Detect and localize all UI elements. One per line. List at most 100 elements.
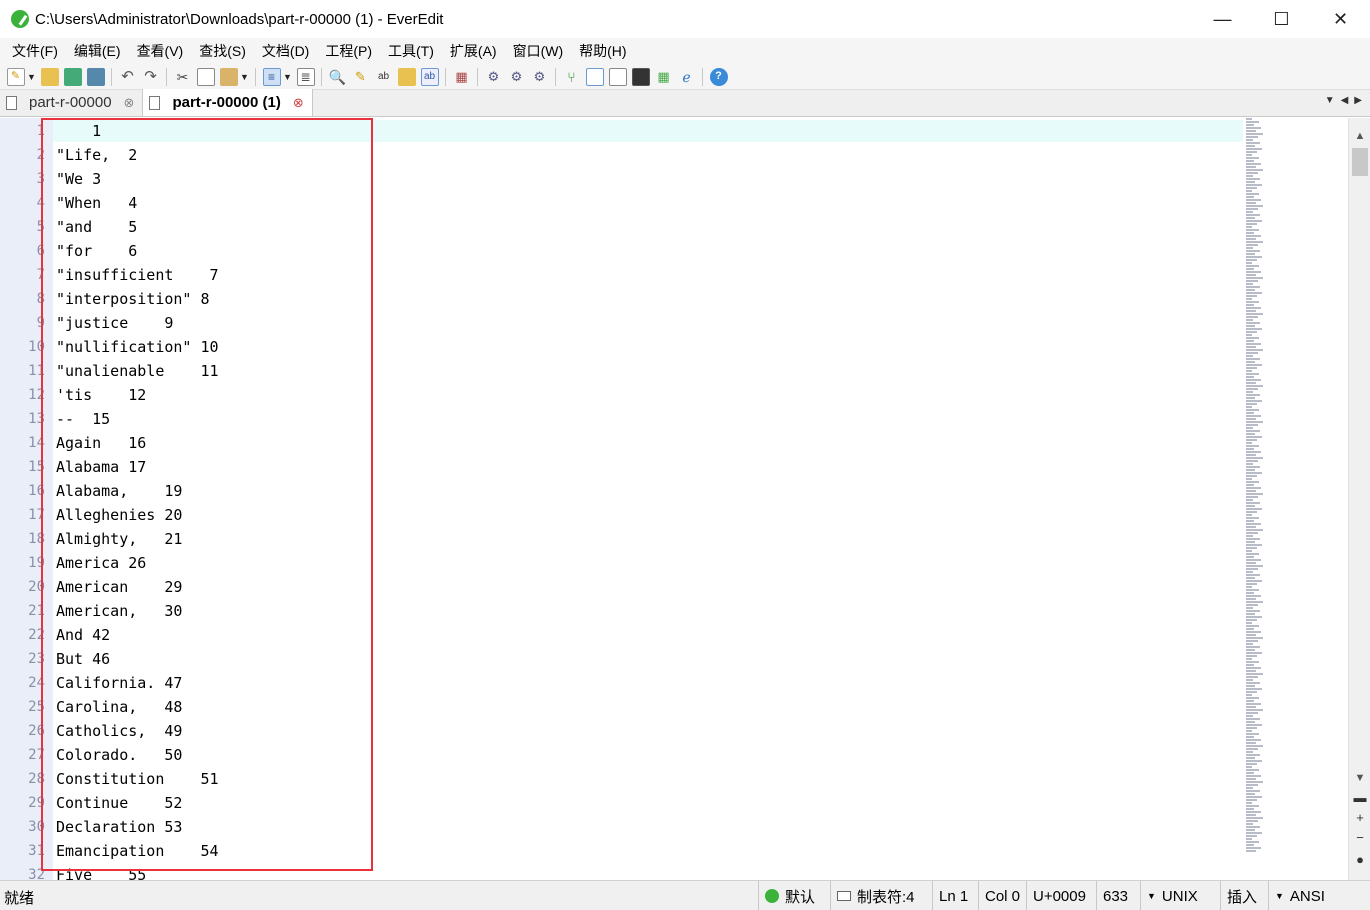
find-in-files-icon[interactable]: ✎ — [352, 68, 370, 86]
status-eol[interactable]: ▼ UNIX — [1140, 881, 1198, 910]
macro-settings-icon[interactable]: ⚙ — [531, 68, 549, 86]
line-number: 25 — [28, 699, 45, 715]
menu-extensions[interactable]: 扩展(A) — [442, 41, 505, 61]
tab-part-r-00000[interactable]: part-r-00000 ⊗ — [0, 89, 142, 116]
tab-list-dropdown-icon[interactable]: ▼ — [1325, 95, 1335, 106]
open-folder-icon[interactable] — [40, 67, 59, 86]
redo-icon[interactable]: ↷ — [142, 68, 160, 86]
status-tab-size[interactable]: 制表符:4 — [830, 881, 915, 910]
word-wrap-icon[interactable]: ≡ — [262, 67, 281, 86]
left-panel-icon[interactable] — [585, 67, 604, 86]
zoom-out-icon[interactable]: − — [1349, 830, 1370, 845]
record-macro-icon[interactable]: ⚙ — [485, 68, 503, 86]
tab-part-r-00000-1[interactable]: part-r-00000 (1) ⊗ — [142, 89, 313, 116]
minimap-line — [1246, 295, 1257, 297]
minimap-line — [1246, 211, 1253, 213]
menu-edit[interactable]: 编辑(E) — [66, 41, 129, 61]
minimap-line — [1246, 322, 1260, 324]
status-count-label: 633 — [1103, 887, 1129, 905]
zoom-reset-icon[interactable]: ● — [1349, 852, 1370, 867]
minimap-line — [1246, 250, 1260, 252]
minimap-line — [1246, 601, 1263, 603]
minimap-line — [1246, 340, 1254, 342]
paste-icon[interactable] — [219, 67, 238, 86]
minimap-line — [1246, 154, 1252, 156]
vertical-scrollbar[interactable]: ▲ ▼ ▬ + − ● — [1348, 118, 1370, 880]
minimap-line — [1246, 373, 1259, 375]
maximize-button[interactable]: ☐ — [1252, 0, 1311, 38]
menu-tools[interactable]: 工具(T) — [380, 41, 442, 61]
minimap-line — [1246, 580, 1262, 582]
tab-scroll-left-icon[interactable]: ◀ — [1341, 95, 1349, 106]
tab-scroll-right-icon[interactable]: ▶ — [1354, 95, 1362, 106]
menu-file[interactable]: 文件(F) — [4, 41, 66, 61]
minimap-line — [1246, 718, 1260, 720]
minimap-line — [1246, 274, 1256, 276]
tab-close-icon[interactable]: ⊗ — [124, 95, 135, 111]
menu-window[interactable]: 窗口(W) — [505, 41, 572, 61]
minimize-button[interactable]: — — [1193, 0, 1252, 38]
status-insert[interactable]: 插入 — [1220, 881, 1257, 910]
copy-icon[interactable] — [196, 67, 215, 86]
minimap-line — [1246, 694, 1252, 696]
status-count: 633 — [1096, 881, 1128, 910]
grid-icon[interactable]: ▦ — [655, 68, 673, 86]
right-panel-icon[interactable] — [608, 67, 627, 86]
menu-search[interactable]: 查找(S) — [191, 41, 254, 61]
tab-close-icon[interactable]: ⊗ — [293, 95, 304, 111]
browser-icon[interactable]: ℯ — [678, 68, 696, 86]
tree-icon[interactable]: ⑂ — [563, 68, 581, 86]
menu-document[interactable]: 文档(D) — [254, 41, 317, 61]
minimap-line — [1246, 511, 1257, 513]
minimap-line — [1246, 541, 1255, 543]
output-window-icon[interactable] — [631, 67, 650, 86]
scroll-up-icon[interactable]: ▲ — [1349, 126, 1370, 146]
menu-help[interactable]: 帮助(H) — [571, 41, 634, 61]
toolbar-separator — [555, 67, 556, 86]
minimap-line — [1246, 394, 1260, 396]
save-icon[interactable] — [63, 67, 82, 86]
minimap-line — [1246, 817, 1263, 819]
zoom-in-icon[interactable]: + — [1349, 810, 1370, 825]
bookmark-icon[interactable]: ▦ — [453, 68, 471, 86]
status-mode[interactable]: 默认 — [758, 881, 815, 910]
split-icon[interactable]: ▬ — [1349, 790, 1370, 805]
play-macro-icon[interactable]: ⚙ — [508, 68, 526, 86]
minimap-line — [1246, 415, 1261, 417]
undo-icon[interactable]: ↶ — [119, 68, 137, 86]
scrollbar-thumb[interactable] — [1352, 148, 1368, 176]
tab-navigation: ▼ ◀ ▶ — [1325, 95, 1362, 106]
minimap-line — [1246, 484, 1254, 486]
status-encoding[interactable]: ▼ ANSI — [1268, 881, 1325, 910]
everedit-app-icon — [11, 10, 29, 28]
minimap-line — [1246, 763, 1257, 765]
minimap-line — [1246, 421, 1263, 423]
minimap-line — [1246, 838, 1252, 840]
minimap-line — [1246, 766, 1252, 768]
minimap-line — [1246, 253, 1255, 255]
line-number: 23 — [28, 651, 45, 667]
minimap[interactable] — [1246, 118, 1268, 880]
scroll-down-icon[interactable]: ▼ — [1349, 768, 1370, 788]
find-folder-icon[interactable] — [397, 67, 416, 86]
help-icon[interactable]: ? — [709, 67, 728, 86]
minimap-line — [1246, 646, 1260, 648]
replace-in-files-icon[interactable]: ab — [420, 67, 439, 86]
minimap-line — [1246, 241, 1263, 243]
editor-area[interactable]: 1 2 3 4 5 6 7 8 9 10 11 12 13 14 15 16 17 18 19 20 21 22 23 24 2… — [0, 118, 1370, 880]
new-file-icon[interactable]: ✎ — [6, 67, 25, 86]
replace-icon[interactable]: ab — [375, 68, 393, 86]
menu-view[interactable]: 查看(V) — [129, 41, 192, 61]
paste-dropdown-icon[interactable]: ▼ — [240, 72, 249, 82]
menu-project[interactable]: 工程(P) — [317, 41, 380, 61]
save-all-icon[interactable] — [86, 67, 105, 86]
line-number: 22 — [28, 627, 45, 643]
minimap-line — [1246, 463, 1253, 465]
cut-icon[interactable]: ✂ — [174, 68, 192, 86]
word-wrap-dropdown-icon[interactable]: ▼ — [283, 72, 292, 82]
close-button[interactable]: ✕ — [1311, 0, 1370, 38]
line-number: 14 — [28, 435, 45, 451]
new-file-dropdown-icon[interactable]: ▼ — [27, 72, 36, 82]
find-icon[interactable]: 🔍 — [329, 68, 347, 86]
show-whitespace-icon[interactable]: ≣ — [296, 67, 315, 86]
